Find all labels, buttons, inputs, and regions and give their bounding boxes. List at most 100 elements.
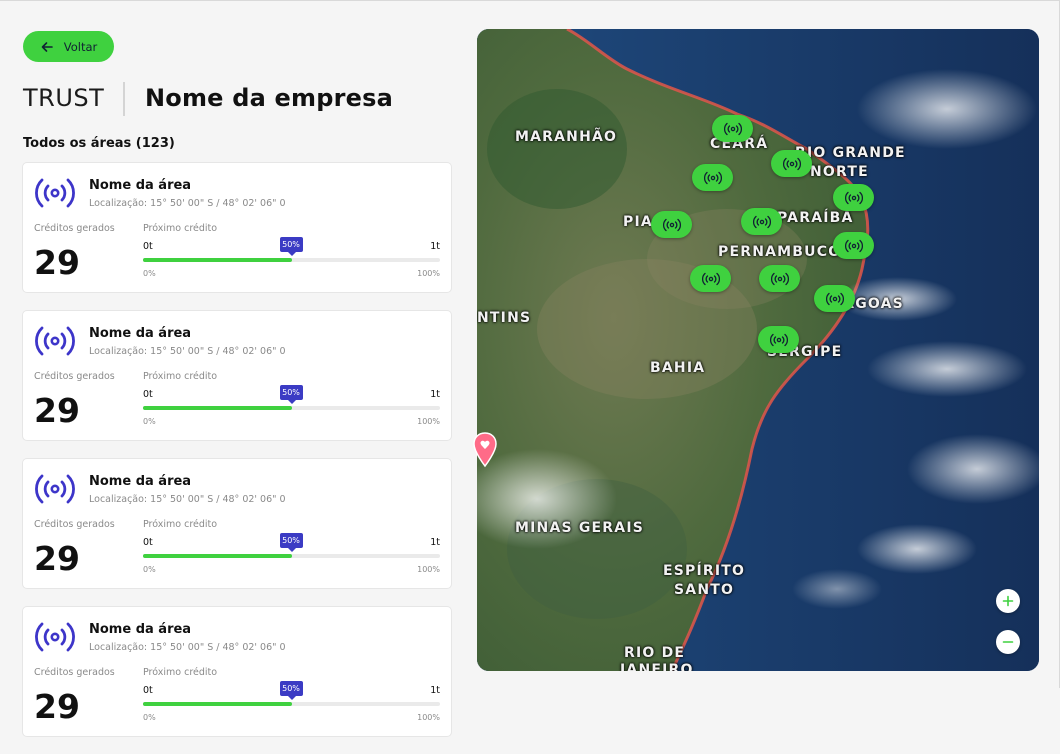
broadcast-icon [35, 178, 75, 208]
map-marker[interactable] [759, 265, 800, 292]
map-marker[interactable] [758, 326, 799, 353]
map-label-pernambuco: PERNAMBUCO [718, 244, 842, 260]
progress-fill [143, 554, 292, 558]
map-label-bahia: BAHIA [650, 360, 706, 376]
credits-value: 29 [34, 539, 80, 578]
credits-label: Créditos gerados [34, 519, 115, 530]
area-list-title: Todos os áreas (123) [23, 136, 175, 151]
map-marker[interactable] [741, 208, 782, 235]
progress-max-tons: 1t [430, 537, 440, 548]
progress-max-percent: 100% [417, 713, 440, 722]
back-button-label: Voltar [63, 39, 98, 54]
progress-max-tons: 1t [430, 389, 440, 400]
map-label-janeiro: JANEIRO [620, 662, 694, 671]
progress-min-tons: 0t [143, 389, 153, 400]
broadcast-icon [782, 157, 801, 170]
credits-label: Créditos gerados [34, 223, 115, 234]
map-marker[interactable] [692, 164, 733, 191]
map-label-norte: NORTE [810, 164, 869, 180]
map-label-espirito: ESPÍRITO [663, 563, 746, 579]
broadcast-icon [35, 474, 75, 504]
broadcast-icon [825, 292, 844, 305]
map-marker[interactable] [771, 150, 812, 177]
map-label-minas-gerais: MINAS GERAIS [515, 520, 645, 536]
next-credit-label: Próximo crédito [143, 371, 218, 382]
area-name: Nome da área [89, 474, 192, 489]
broadcast-icon [752, 215, 771, 228]
map-marker[interactable] [833, 232, 874, 259]
map-label-piaui: PIA [623, 214, 653, 230]
area-location: Localização: 15° 50' 00" S / 48° 02' 06"… [89, 198, 286, 209]
credits-label: Créditos gerados [34, 667, 115, 678]
area-card[interactable]: Nome da área Localização: 15° 50' 00" S … [22, 310, 452, 441]
area-name: Nome da área [89, 178, 192, 193]
progress-min-tons: 0t [143, 537, 153, 548]
location-pin-icon[interactable] [473, 432, 497, 468]
next-credit-label: Próximo crédito [143, 667, 218, 678]
area-name: Nome da área [89, 622, 192, 637]
progress-track [143, 258, 440, 262]
map-imagery [477, 29, 1039, 671]
progress-fill [143, 258, 292, 262]
progress-min-percent: 0% [143, 565, 156, 574]
back-button[interactable]: Voltar [23, 31, 114, 62]
map-label-paraiba: PARAÍBA [777, 210, 854, 226]
zoom-out-button[interactable] [996, 630, 1020, 654]
next-credit-label: Próximo crédito [143, 223, 218, 234]
progress-max-percent: 100% [417, 269, 440, 278]
map-label-rio: RIO DE [624, 645, 686, 661]
progress-badge: 50% [279, 533, 303, 552]
progress-max-tons: 1t [430, 241, 440, 252]
satellite-map[interactable]: MARANHÃO CEARÁ RIO GRANDE NORTE PIA PARA… [477, 29, 1039, 671]
map-marker[interactable] [651, 211, 692, 238]
progress-track [143, 702, 440, 706]
broadcast-icon [844, 239, 863, 252]
map-marker[interactable] [690, 265, 731, 292]
arrow-left-icon [41, 41, 53, 52]
area-card[interactable]: Nome da área Localização: 15° 50' 00" S … [22, 458, 452, 589]
plus-icon [1002, 595, 1014, 607]
area-location: Localização: 15° 50' 00" S / 48° 02' 06"… [89, 642, 286, 653]
progress-track [143, 406, 440, 410]
broadcast-icon [35, 326, 75, 356]
progress-max-percent: 100% [417, 417, 440, 426]
progress-fill [143, 702, 292, 706]
credits-value: 29 [34, 243, 80, 282]
zoom-in-button[interactable] [996, 589, 1020, 613]
progress-min-tons: 0t [143, 685, 153, 696]
map-marker[interactable] [712, 115, 753, 142]
progress-track [143, 554, 440, 558]
progress-badge: 50% [279, 681, 303, 700]
map-marker[interactable] [814, 285, 855, 312]
area-list: Nome da área Localização: 15° 50' 00" S … [22, 162, 452, 754]
broadcast-icon [703, 171, 722, 184]
progress-badge: 50% [279, 237, 303, 256]
map-label-santo: SANTO [674, 582, 735, 598]
credits-value: 29 [34, 391, 80, 430]
broadcast-icon [769, 333, 788, 346]
area-card[interactable]: Nome da área Localização: 15° 50' 00" S … [22, 606, 452, 737]
broadcast-icon [770, 272, 789, 285]
progress-max-percent: 100% [417, 565, 440, 574]
map-marker[interactable] [833, 184, 874, 211]
minus-icon [1002, 641, 1014, 643]
brand-logo: TRUST [23, 84, 105, 112]
map-label-rio-grande: RIO GRANDE [795, 145, 906, 161]
broadcast-icon [701, 272, 720, 285]
map-label-maranhao: MARANHÃO [515, 129, 618, 145]
progress-badge: 50% [279, 385, 303, 404]
area-card[interactable]: Nome da área Localização: 15° 50' 00" S … [22, 162, 452, 293]
progress-min-percent: 0% [143, 417, 156, 426]
progress-min-percent: 0% [143, 713, 156, 722]
next-credit-label: Próximo crédito [143, 519, 218, 530]
credits-value: 29 [34, 687, 80, 726]
area-location: Localização: 15° 50' 00" S / 48° 02' 06"… [89, 494, 286, 505]
progress-min-tons: 0t [143, 241, 153, 252]
broadcast-icon [35, 622, 75, 652]
map-label-tocantins: NTINS [477, 310, 532, 326]
broadcast-icon [723, 122, 742, 135]
area-name: Nome da área [89, 326, 192, 341]
credits-label: Créditos gerados [34, 371, 115, 382]
header-divider [123, 82, 125, 116]
progress-max-tons: 1t [430, 685, 440, 696]
